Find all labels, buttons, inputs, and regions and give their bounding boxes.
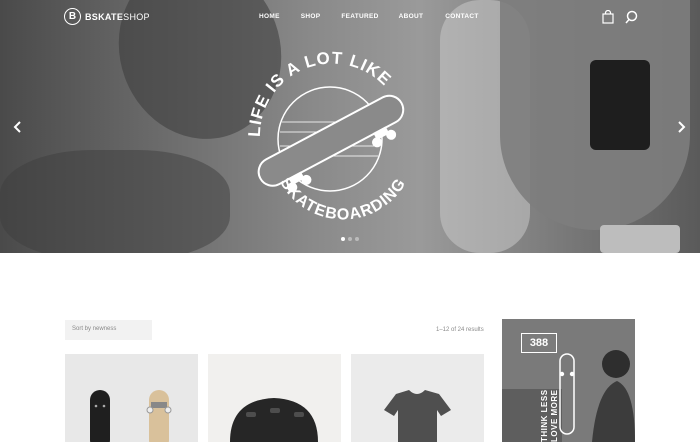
shopping-bag-icon[interactable] — [602, 10, 614, 24]
sort-select[interactable]: Sort by newness — [65, 320, 152, 340]
slider-prev-icon[interactable] — [13, 121, 23, 133]
results-count: 1–12 of 24 results — [436, 327, 484, 333]
slider-dots — [341, 237, 359, 241]
hero-truck-shape — [590, 60, 650, 150]
nav-featured[interactable]: FEATURED — [341, 13, 378, 20]
tshirt-image — [384, 390, 451, 442]
logo-text-bold: BSKATE — [85, 11, 124, 22]
helmet-image — [230, 398, 318, 442]
site-logo[interactable]: B BSKATESHOP — [64, 8, 150, 25]
skateboard-deck-image — [90, 390, 172, 442]
nav-contact[interactable]: CONTACT — [445, 13, 478, 20]
product-card-skateboard[interactable] — [65, 354, 198, 442]
nav-home[interactable]: HOME — [259, 13, 280, 20]
slider-dot[interactable] — [355, 237, 359, 241]
slider-next-icon[interactable] — [676, 121, 686, 133]
product-card-tshirt[interactable] — [351, 354, 484, 442]
promo-sign: 388 — [521, 333, 557, 353]
site-header: B BSKATESHOP HOME SHOP FEATURED ABOUT CO… — [0, 0, 700, 34]
promo-text-line1: THINK LESS — [540, 389, 549, 442]
skateboard-emblem: LIFE IS A LOT LIKE SKATEBOARDING — [245, 48, 409, 222]
main-nav: HOME SHOP FEATURED ABOUT CONTACT — [259, 13, 479, 20]
search-icon[interactable] — [625, 10, 638, 24]
promo-text-line2: LOVE MORE — [550, 389, 559, 442]
nav-shop[interactable]: SHOP — [301, 13, 321, 20]
hero-slider: LIFE IS A LOT LIKE SKATEBOARDING — [0, 0, 700, 253]
hero-bg-shape — [0, 150, 230, 253]
nav-about[interactable]: ABOUT — [399, 13, 424, 20]
logo-text: BSKATESHOP — [85, 12, 150, 22]
logo-text-light: SHOP — [123, 11, 150, 22]
slider-dot[interactable] — [341, 237, 345, 241]
slider-dot[interactable] — [348, 237, 352, 241]
hero-bg-shape — [600, 225, 680, 253]
product-card-helmet[interactable] — [208, 354, 341, 442]
logo-mark: B — [64, 8, 81, 25]
